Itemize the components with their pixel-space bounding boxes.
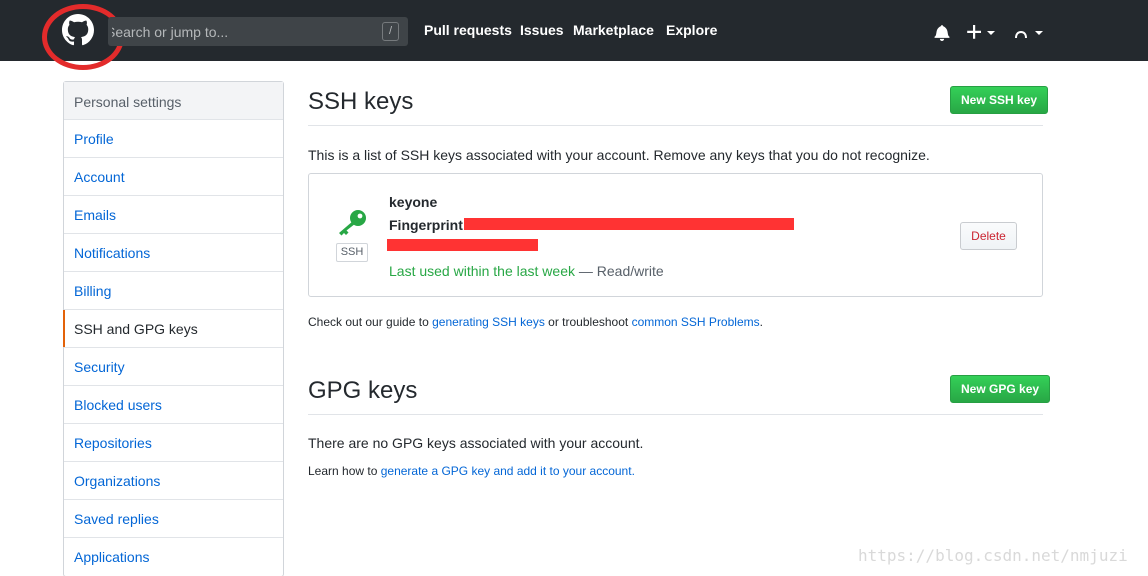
sidebar-heading: Personal settings [64, 82, 283, 120]
sidebar-item-profile[interactable]: Profile [64, 120, 283, 158]
avatar-icon[interactable] [1014, 24, 1044, 40]
watermark: https://blog.csdn.net/nmjuzi [858, 546, 1128, 565]
settings-sidebar: Personal settings Profile Account Emails… [63, 81, 284, 576]
gpg-divider [308, 414, 1043, 415]
sidebar-item-blocked-users[interactable]: Blocked users [64, 386, 283, 424]
plus-icon[interactable] [966, 24, 996, 40]
redacted-fingerprint [464, 218, 794, 230]
gpg-learn-prefix: Learn how to [308, 464, 378, 478]
bell-icon[interactable] [934, 24, 950, 41]
ssh-divider [308, 125, 1043, 126]
ssh-guide-suffix: . [759, 315, 763, 329]
sidebar-item-security[interactable]: Security [64, 348, 283, 386]
sidebar-item-saved-replies[interactable]: Saved replies [64, 500, 283, 538]
ssh-description: This is a list of SSH keys associated wi… [308, 147, 930, 163]
new-gpg-key-button[interactable]: New GPG key [950, 375, 1051, 403]
ssh-type-label: SSH [336, 243, 368, 262]
new-ssh-key-button[interactable]: New SSH key [950, 86, 1049, 114]
ssh-key-name: keyone [389, 194, 438, 210]
nav-marketplace[interactable]: Marketplace [573, 22, 654, 38]
sidebar-item-billing[interactable]: Billing [64, 272, 283, 310]
last-used-text: Last used within the last week — Read/wr… [389, 263, 664, 279]
redacted-added-date [387, 239, 538, 251]
gpg-empty-message: There are no GPG keys associated with yo… [308, 435, 644, 451]
sidebar-item-organizations[interactable]: Organizations [64, 462, 283, 500]
nav-pull-requests[interactable]: Pull requests [424, 22, 512, 38]
sidebar-item-account[interactable]: Account [64, 158, 283, 196]
ssh-guide-text: Check out our guide to generating SSH ke… [308, 315, 763, 329]
nav-issues[interactable]: Issues [520, 22, 564, 38]
last-used-status: Last used within the last week [389, 263, 575, 279]
ssh-guide-prefix: Check out our guide to [308, 315, 429, 329]
sidebar-item-applications[interactable]: Applications [64, 538, 283, 576]
sidebar-item-ssh-gpg-keys[interactable]: SSH and GPG keys [63, 310, 283, 348]
search-shortcut-hint: / [382, 22, 399, 41]
common-ssh-problems-link[interactable]: common SSH Problems [632, 315, 760, 329]
gpg-learn-suffix: . [631, 464, 635, 478]
ssh-key-item: SSH keyone Fingerprint: Last used within… [308, 173, 1043, 297]
sidebar-item-repositories[interactable]: Repositories [64, 424, 283, 462]
ssh-keys-title: SSH keys [308, 88, 414, 115]
gpg-learn-text: Learn how to generate a GPG key and add … [308, 464, 635, 478]
search-input[interactable] [108, 17, 378, 46]
generating-ssh-keys-link[interactable]: generating SSH keys [432, 315, 545, 329]
sidebar-item-emails[interactable]: Emails [64, 196, 283, 234]
ssh-guide-middle: or troubleshoot [548, 315, 629, 329]
search-box[interactable] [108, 17, 408, 46]
generate-gpg-key-link[interactable]: generate a GPG key and add it to your ac… [381, 464, 632, 478]
gpg-keys-title: GPG keys [308, 377, 418, 404]
access-level: — Read/write [578, 263, 664, 279]
delete-key-button[interactable]: Delete [960, 222, 1017, 250]
fingerprint-label: Fingerprint: [389, 217, 468, 233]
key-icon [339, 210, 366, 236]
nav-explore[interactable]: Explore [666, 22, 717, 38]
top-header: / Pull requests Issues Marketplace Explo… [0, 0, 1148, 70]
sidebar-item-notifications[interactable]: Notifications [64, 234, 283, 272]
